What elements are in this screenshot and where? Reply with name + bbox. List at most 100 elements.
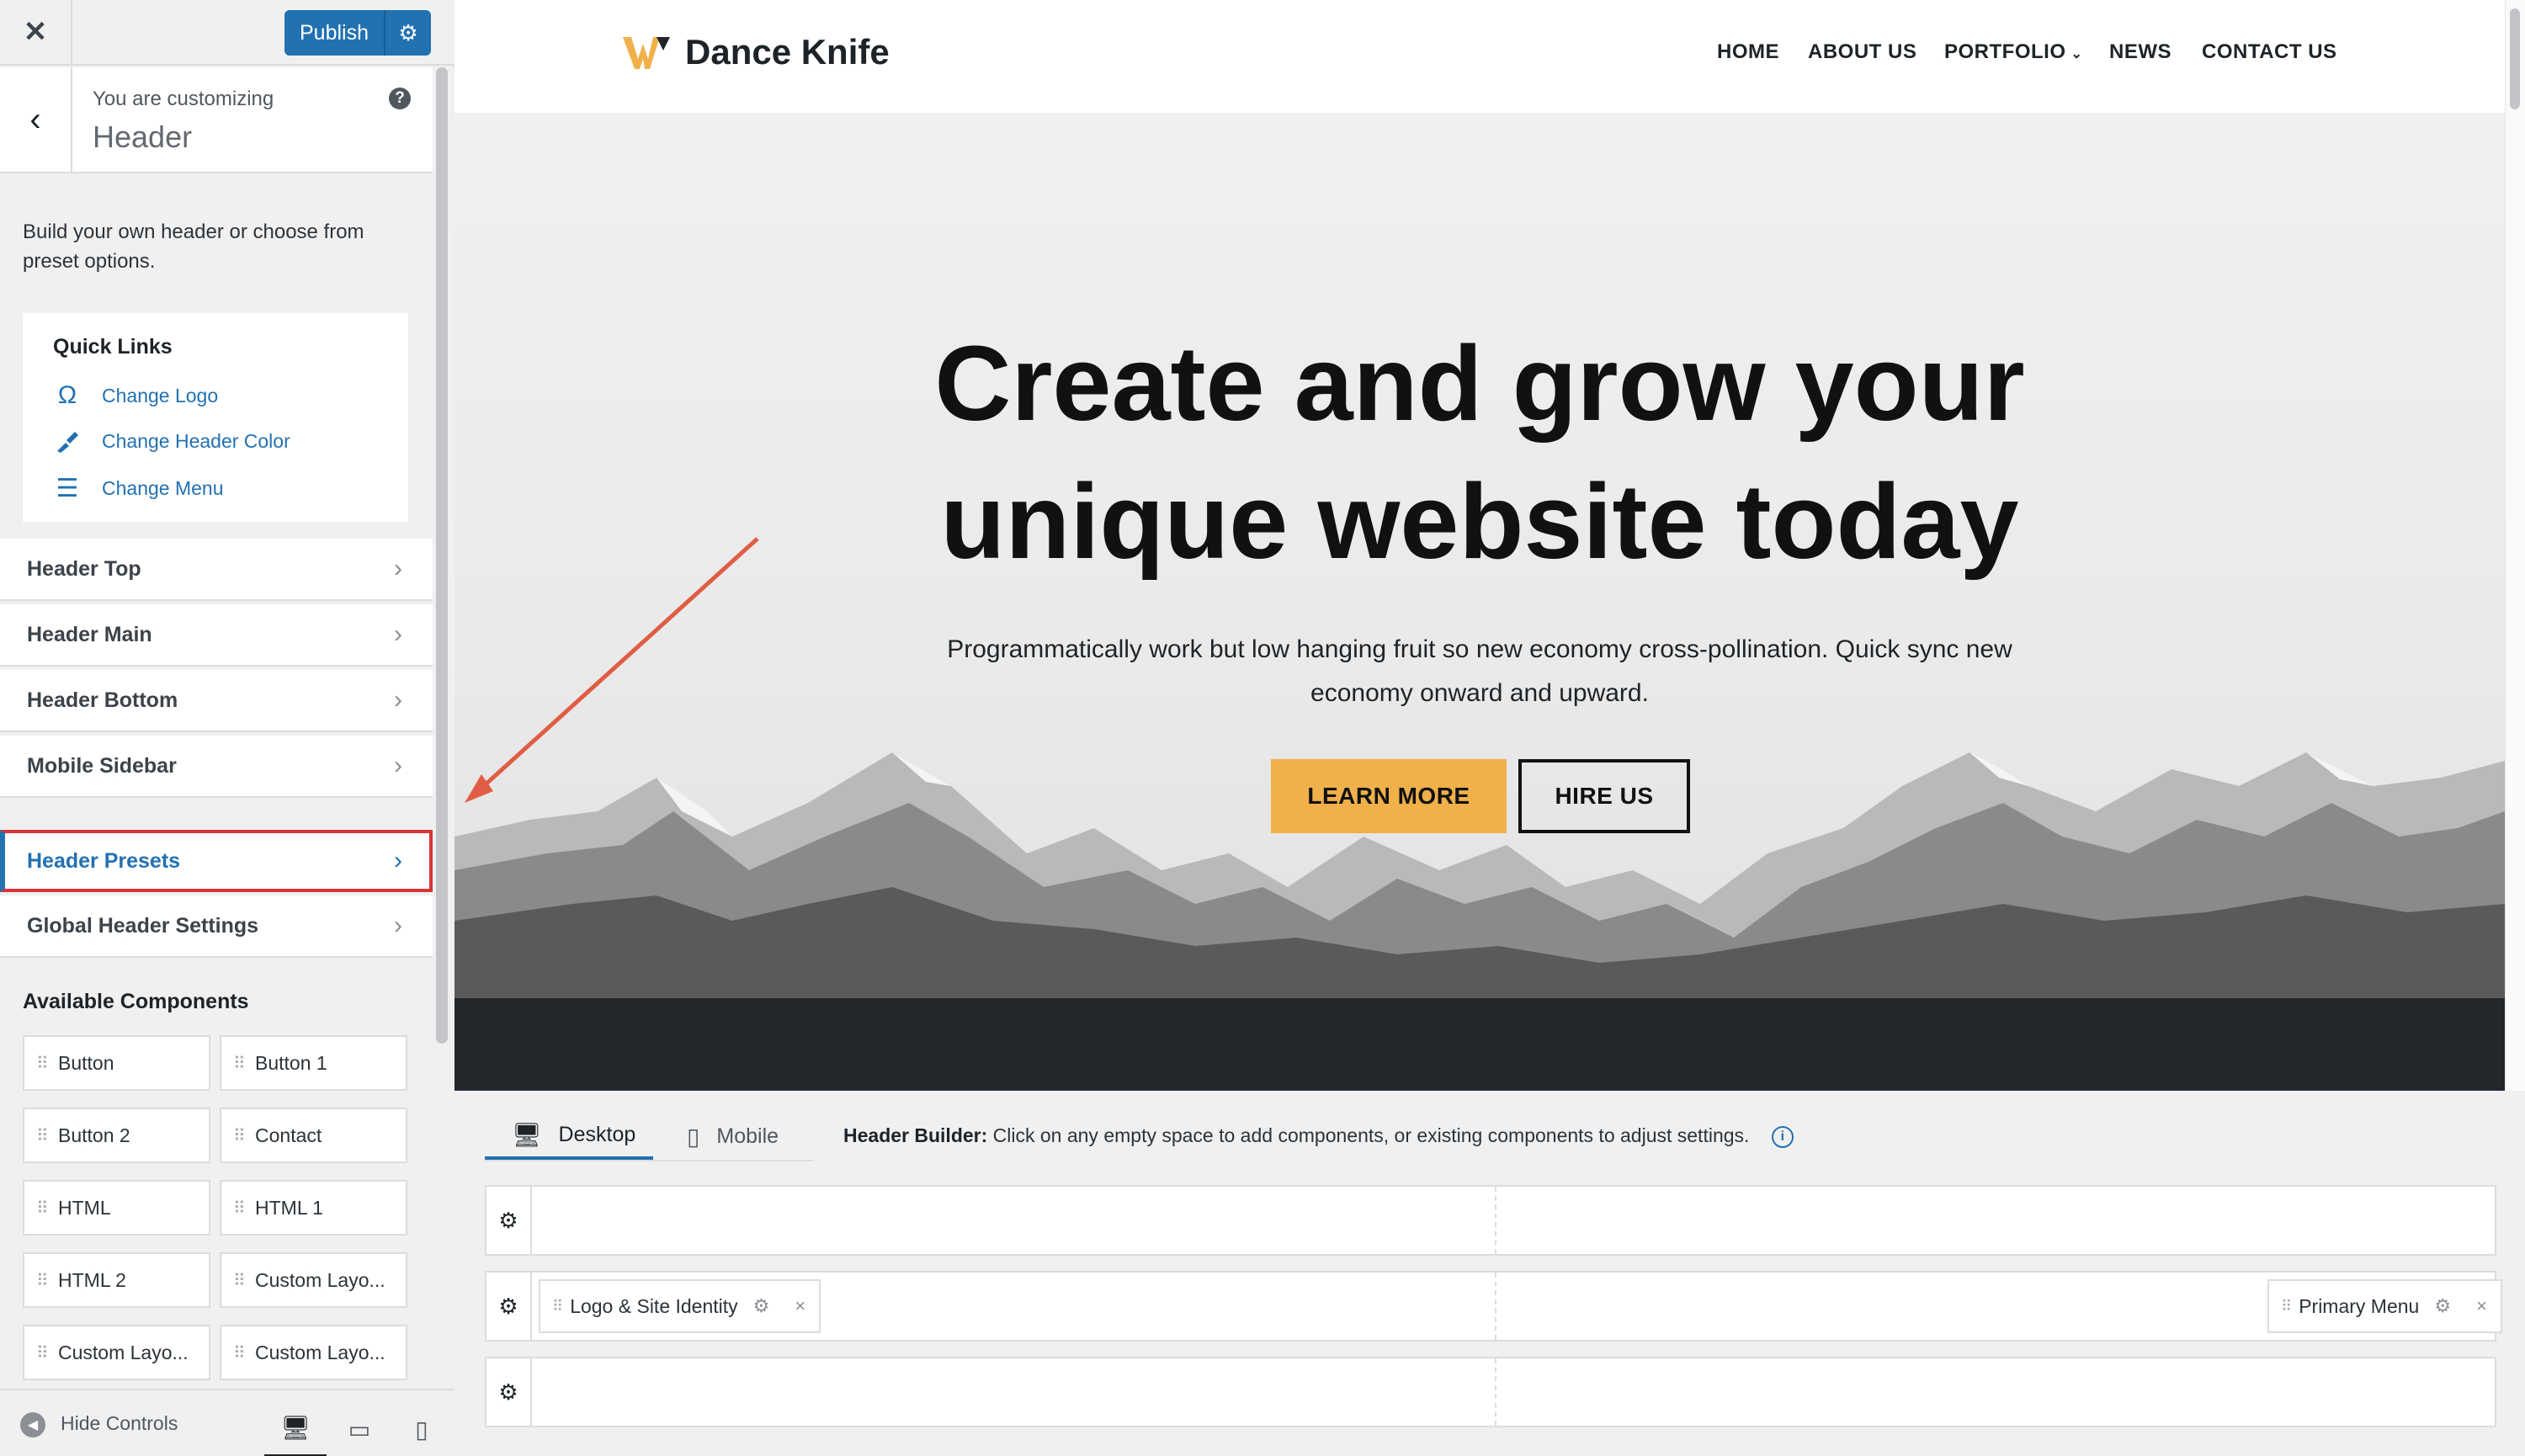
gear-icon[interactable]: ⚙: [2434, 1295, 2451, 1317]
menu-icon: ☰: [56, 474, 79, 502]
close-customizer-button[interactable]: ✕: [0, 0, 72, 64]
builder-note-text: Click on any empty space to add componen…: [992, 1124, 1750, 1146]
component-label: Button 1: [255, 1051, 327, 1074]
chip-primary-menu[interactable]: ⠿ Primary Menu ⚙ ×: [2267, 1279, 2502, 1333]
component-custom-layout[interactable]: ⠿ Custom Layo...: [220, 1252, 407, 1308]
info-icon[interactable]: i: [1771, 1125, 1794, 1148]
drag-handle-icon[interactable]: ⠿: [2281, 1298, 2292, 1315]
quick-link-change-menu[interactable]: ☰ Change Menu: [53, 473, 224, 503]
nav-about-us[interactable]: ABOUT US: [1808, 40, 1916, 64]
nav-news[interactable]: NEWS: [2109, 40, 2172, 64]
builder-row-main[interactable]: ⚙ ⠿ Logo & Site Identity ⚙ × ⠿ Primary M…: [485, 1271, 2502, 1342]
component-button[interactable]: ⠿ Button: [23, 1035, 210, 1091]
section-global-header-settings[interactable]: Global Header Settings ›: [0, 895, 433, 958]
sidebar-footer: ◀ Hide Controls 🖥 ▭ ▯: [0, 1389, 454, 1456]
drag-handle-icon[interactable]: ⠿: [233, 1270, 247, 1291]
component-label: Button 2: [58, 1124, 130, 1146]
tab-desktop[interactable]: 🖥 Desktop: [485, 1113, 653, 1160]
component-html-1[interactable]: ⠿ HTML 1: [220, 1180, 407, 1235]
chip-label: Primary Menu: [2299, 1294, 2420, 1317]
section-description: Build your own header or choose from pre…: [23, 221, 364, 273]
hero-title-line: Create and grow your: [934, 324, 2025, 443]
drag-handle-icon[interactable]: ⠿: [36, 1125, 50, 1146]
site-title[interactable]: Dance Knife: [685, 32, 890, 72]
section-header-top[interactable]: Header Top ›: [0, 539, 433, 601]
tab-label: Desktop: [558, 1122, 636, 1146]
chevron-right-icon: ›: [394, 847, 402, 874]
help-icon[interactable]: ?: [389, 88, 411, 109]
section-label: Header Bottom: [27, 688, 178, 712]
gear-icon[interactable]: ⚙: [753, 1295, 770, 1317]
builder-row-top[interactable]: ⚙: [485, 1185, 2496, 1256]
drag-handle-icon[interactable]: ⠿: [36, 1053, 50, 1074]
site-header: Dance Knife HOME ABOUT US PORTFOLIO ⌄ NEW…: [454, 0, 2505, 113]
drag-handle-icon[interactable]: ⠿: [233, 1342, 247, 1363]
row-column-divider: [1495, 1273, 1496, 1340]
nav-contact-us[interactable]: CONTACT US: [2202, 40, 2337, 64]
section-header-bottom[interactable]: Header Bottom ›: [0, 670, 433, 732]
row-settings-gear-icon[interactable]: ⚙: [486, 1358, 532, 1426]
section-label: Mobile Sidebar: [27, 753, 177, 778]
row-settings-gear-icon[interactable]: ⚙: [486, 1273, 532, 1340]
close-icon[interactable]: ×: [2476, 1295, 2487, 1317]
builder-row-bottom[interactable]: ⚙: [485, 1357, 2496, 1427]
section-mobile-sidebar[interactable]: Mobile Sidebar ›: [0, 736, 433, 798]
quick-link-label: Change Logo: [102, 384, 219, 407]
component-html[interactable]: ⠿ HTML: [23, 1180, 210, 1235]
component-button-2[interactable]: ⠿ Button 2: [23, 1108, 210, 1163]
quick-link-change-logo[interactable]: Ω Change Logo: [53, 380, 218, 411]
chip-logo-site-identity[interactable]: ⠿ Logo & Site Identity ⚙ ×: [539, 1279, 821, 1333]
builder-instructions: Header Builder: Click on any empty space…: [843, 1124, 1794, 1148]
component-label: Contact: [255, 1124, 322, 1146]
section-label: Global Header Settings: [27, 913, 259, 938]
publish-settings-gear-icon[interactable]: ⚙: [384, 10, 431, 56]
header-builder: 🖥 Desktop ▯ Mobile Header Builder: Click…: [454, 1091, 2525, 1456]
drag-handle-icon[interactable]: ⠿: [36, 1198, 50, 1219]
component-custom-layout[interactable]: ⠿ Custom Layo...: [220, 1325, 407, 1380]
close-icon[interactable]: ×: [795, 1295, 805, 1317]
drag-handle-icon[interactable]: ⠿: [233, 1053, 247, 1074]
publish-button[interactable]: Publish: [284, 21, 384, 45]
drag-handle-icon[interactable]: ⠿: [233, 1198, 247, 1219]
component-custom-layout[interactable]: ⠿ Custom Layo...: [23, 1325, 210, 1380]
nav-home[interactable]: HOME: [1717, 40, 1779, 64]
collapse-icon[interactable]: ◀: [20, 1412, 45, 1437]
drag-handle-icon[interactable]: ⠿: [552, 1298, 563, 1315]
hide-controls-button[interactable]: Hide Controls: [61, 1412, 178, 1435]
component-label: Custom Layo...: [255, 1268, 385, 1291]
publish-button-group: Publish ⚙: [284, 10, 431, 56]
nav-portfolio[interactable]: PORTFOLIO ⌄: [1944, 40, 2082, 64]
quick-link-change-header-color[interactable]: Change Header Color: [53, 426, 290, 456]
builder-note-title: Header Builder:: [843, 1124, 988, 1146]
sidebar-scrollbar-thumb[interactable]: [436, 67, 448, 1044]
component-button-1[interactable]: ⠿ Button 1: [220, 1035, 407, 1091]
component-contact[interactable]: ⠿ Contact: [220, 1108, 407, 1163]
component-label: HTML 2: [58, 1268, 126, 1291]
component-label: HTML 1: [255, 1196, 323, 1219]
section-header-main[interactable]: Header Main ›: [0, 604, 433, 667]
site-logo-icon[interactable]: [623, 34, 670, 71]
drag-handle-icon[interactable]: ⠿: [233, 1125, 247, 1146]
learn-more-button[interactable]: LEARN MORE: [1271, 759, 1507, 833]
drag-handle-icon[interactable]: ⠿: [36, 1270, 50, 1291]
mobile-preview-icon[interactable]: ▯: [391, 1400, 453, 1456]
chip-label: Logo & Site Identity: [570, 1294, 738, 1317]
chevron-down-icon: ⌄: [2070, 47, 2083, 61]
desktop-preview-icon[interactable]: 🖥: [264, 1400, 327, 1456]
drag-handle-icon[interactable]: ⠿: [36, 1342, 50, 1363]
section-label: Header Main: [27, 622, 152, 646]
hire-us-button[interactable]: HIRE US: [1518, 759, 1690, 833]
tab-mobile[interactable]: ▯ Mobile: [687, 1113, 779, 1160]
omega-icon: Ω: [57, 381, 77, 409]
customizing-title: Header: [93, 120, 193, 154]
tablet-preview-icon[interactable]: ▭: [328, 1400, 391, 1456]
component-label: Custom Layo...: [255, 1341, 385, 1363]
section-header-presets[interactable]: Header Presets ›: [0, 830, 433, 892]
row-settings-gear-icon[interactable]: ⚙: [486, 1187, 532, 1254]
hero-title: Create and grow your unique website toda…: [454, 315, 2505, 591]
back-button[interactable]: ‹: [0, 67, 72, 172]
customizer-sidebar: ✕ Publish ⚙ ‹ You are customizing Header…: [0, 0, 454, 1456]
customizing-label: You are customizing: [93, 88, 274, 110]
component-html-2[interactable]: ⠿ HTML 2: [23, 1252, 210, 1308]
preview-scrollbar-thumb[interactable]: [2510, 8, 2520, 109]
